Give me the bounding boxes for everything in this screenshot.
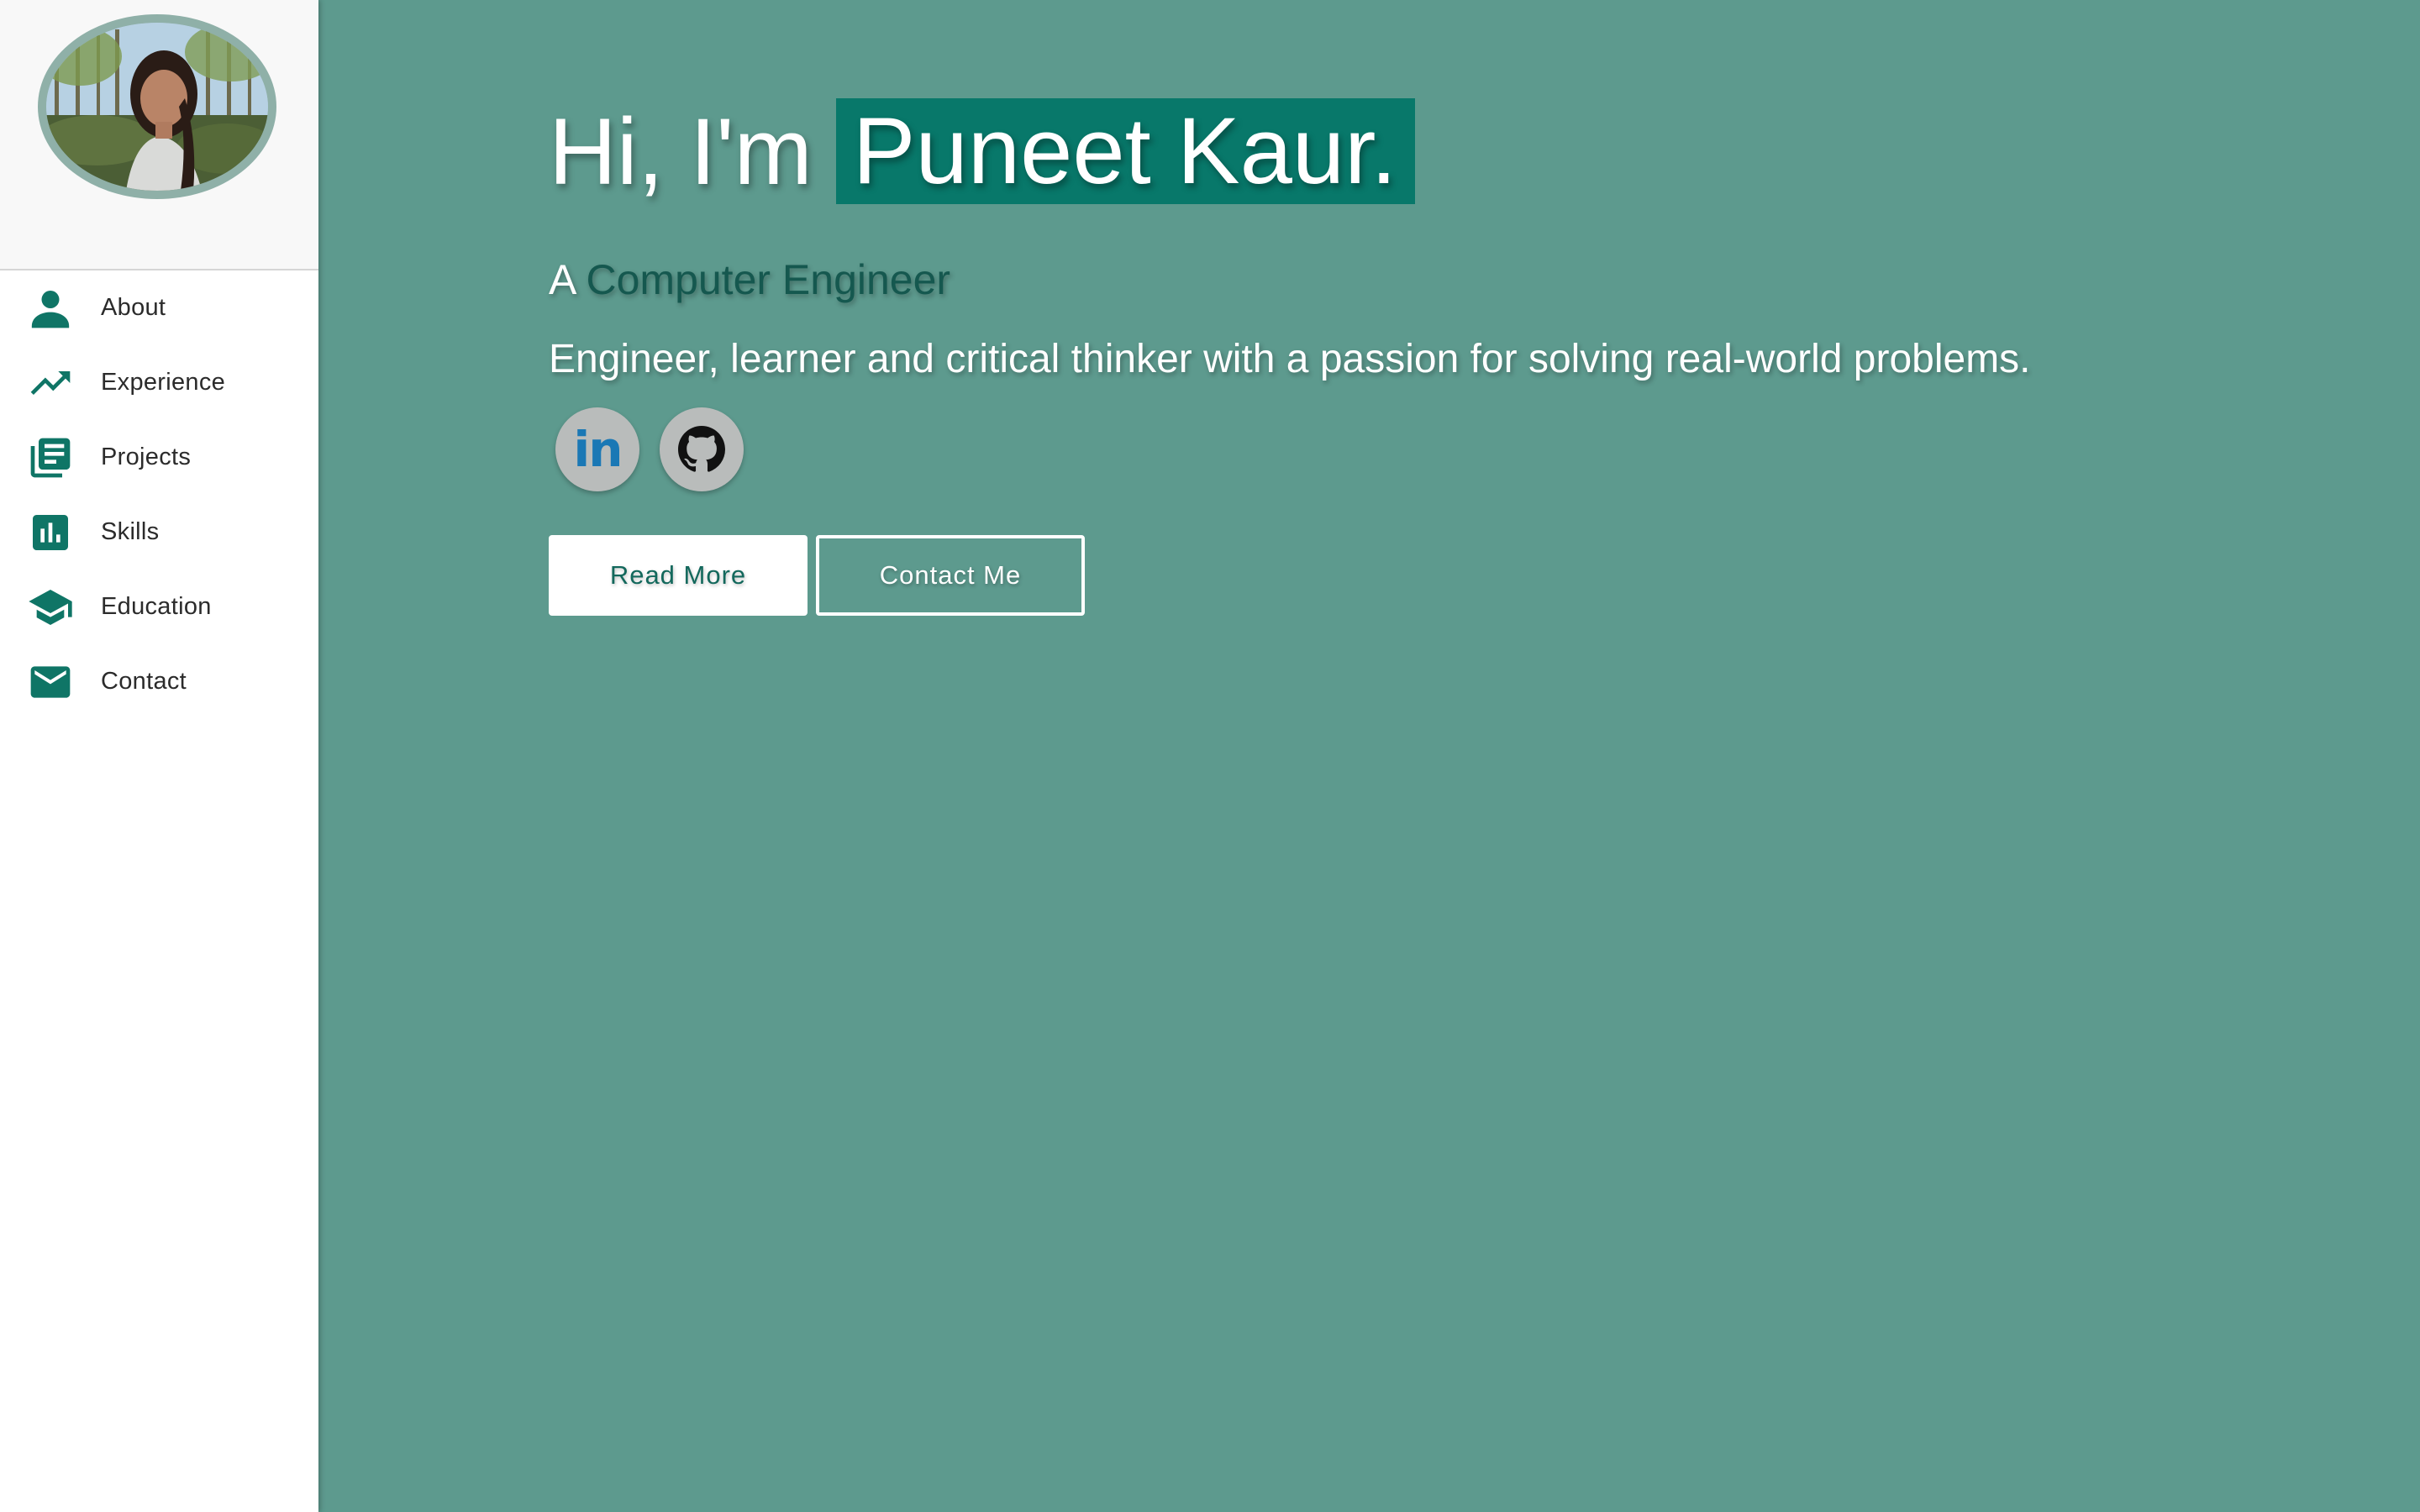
sidebar-item-education[interactable]: Education	[0, 570, 318, 644]
name-highlight: Puneet Kaur.	[835, 98, 1416, 204]
main-content: Hi, I'm Puneet Kaur. A Computer Engineer…	[318, 0, 2420, 1512]
sidebar-nav: About Experience Projects Skills Educati…	[0, 270, 318, 719]
sidebar-item-experience[interactable]: Experience	[0, 345, 318, 420]
github-button[interactable]	[660, 407, 744, 491]
github-icon	[678, 426, 725, 472]
sidebar-item-label: Education	[101, 593, 212, 620]
sidebar-item-label: Experience	[101, 369, 226, 396]
subtitle-prefix: A	[549, 256, 575, 303]
avatar	[38, 14, 276, 199]
sidebar-item-projects[interactable]: Projects	[0, 420, 318, 495]
sidebar-item-skills[interactable]: Skills	[0, 495, 318, 570]
greeting-prefix: Hi, I'm	[549, 98, 813, 204]
role-text: Computer Engineer	[586, 256, 951, 303]
page-title: Hi, I'm Puneet Kaur.	[549, 97, 2031, 205]
profile-photo	[46, 23, 268, 191]
trending-up-icon	[0, 360, 101, 407]
sidebar-item-label: Contact	[101, 668, 187, 695]
hero-actions: Read More Contact Me	[549, 535, 2031, 616]
sidebar-item-label: About	[101, 294, 166, 321]
hero-section: Hi, I'm Puneet Kaur. A Computer Engineer…	[549, 97, 2031, 616]
bar-chart-icon	[0, 509, 101, 556]
sidebar-item-label: Projects	[101, 444, 192, 470]
sidebar-item-contact[interactable]: Contact	[0, 644, 318, 719]
sidebar-header	[0, 0, 318, 270]
sidebar-item-label: Skills	[101, 518, 160, 545]
tagline: Engineer, learner and critical thinker w…	[549, 337, 2031, 381]
person-icon	[0, 285, 101, 332]
sidebar: About Experience Projects Skills Educati…	[0, 0, 318, 1512]
sidebar-item-about[interactable]: About	[0, 270, 318, 345]
social-links: in	[549, 407, 2031, 491]
subtitle: A Computer Engineer	[549, 255, 2031, 304]
mail-icon	[0, 659, 101, 706]
linkedin-button[interactable]: in	[555, 407, 639, 491]
contact-me-button[interactable]: Contact Me	[816, 535, 1085, 616]
linkedin-icon: in	[573, 421, 623, 478]
graduation-cap-icon	[0, 584, 101, 631]
library-books-icon	[0, 434, 101, 481]
read-more-button[interactable]: Read More	[549, 535, 808, 616]
